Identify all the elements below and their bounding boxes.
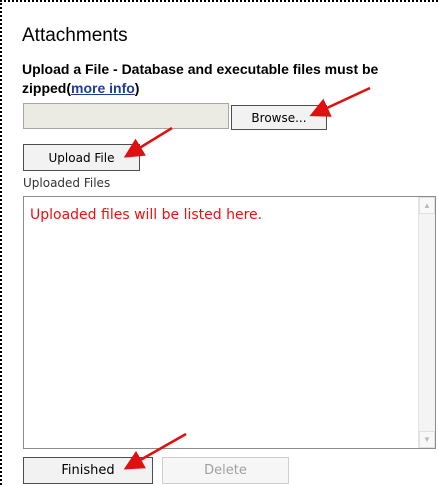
list-scrollbar[interactable]: ▲ ▼	[418, 197, 435, 448]
attachments-title: Attachments	[22, 25, 128, 46]
delete-button[interactable]: Delete	[162, 457, 289, 484]
uploaded-files-placeholder: Uploaded files will be listed here.	[30, 207, 263, 223]
file-path-input[interactable]	[23, 103, 229, 129]
scroll-down-arrow-icon[interactable]: ▼	[419, 431, 435, 448]
more-info-link[interactable]: more info	[71, 80, 135, 96]
scroll-up-arrow-icon[interactable]: ▲	[419, 197, 435, 214]
browse-button[interactable]: Browse...	[231, 105, 327, 130]
uploaded-files-label: Uploaded Files	[23, 176, 111, 190]
attachments-panel: Attachments Upload a File - Database and…	[0, 0, 438, 485]
uploaded-files-list[interactable]: Uploaded files will be listed here. ▲ ▼	[23, 196, 436, 449]
upload-instructions: Upload a File - Database and executable …	[22, 60, 432, 98]
upload-file-button[interactable]: Upload File	[23, 144, 140, 171]
finished-button[interactable]: Finished	[23, 457, 153, 484]
paren-close: )	[134, 80, 140, 96]
